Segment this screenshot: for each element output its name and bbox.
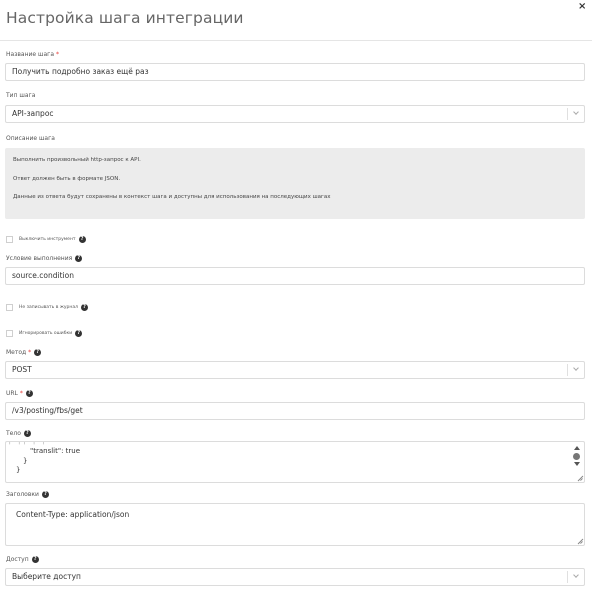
method-label: Метод *?: [6, 349, 42, 356]
scroll-up-icon[interactable]: [574, 446, 580, 450]
description-line: Данные из ответа будут сохранены в конте…: [13, 194, 331, 200]
body-line: }: [16, 466, 21, 474]
chevron-down-icon[interactable]: [567, 571, 584, 583]
scroll-down-icon[interactable]: [574, 462, 580, 466]
access-select[interactable]: Выберите доступ: [5, 568, 585, 586]
body-label: Тело?: [6, 430, 31, 437]
url-value: /v3/posting/fbs/get: [12, 406, 83, 415]
step-type-select[interactable]: API-запрос: [5, 105, 585, 123]
body-line: }: [23, 457, 28, 465]
headers-textarea[interactable]: Content-Type: application/json: [5, 503, 585, 546]
help-icon[interactable]: ?: [31, 556, 39, 563]
help-icon[interactable]: ?: [41, 491, 49, 498]
body-textarea[interactable]: ┐ · ┌ ┐ · ┌ · ┐ "translit": true } }: [5, 441, 585, 483]
resize-handle-icon[interactable]: [577, 475, 583, 481]
help-icon[interactable]: ?: [25, 390, 33, 397]
url-input[interactable]: /v3/posting/fbs/get: [5, 402, 585, 420]
help-icon[interactable]: ?: [23, 430, 31, 437]
scroll-thumb[interactable]: [573, 453, 580, 460]
ignore-errors-row[interactable]: Игнорировать ошибки?: [6, 330, 83, 338]
dialog-header: Настройка шага интеграции ×: [0, 0, 592, 41]
resize-handle-icon[interactable]: [577, 538, 583, 544]
no-log-label: Не записывать в журнал: [19, 305, 78, 310]
body-cut-line: ┐ · ┌ ┐ · ┌ · ┐: [8, 441, 46, 445]
condition-value: source.condition: [12, 271, 74, 280]
ignore-errors-label: Игнорировать ошибки: [19, 331, 73, 336]
chevron-down-icon[interactable]: [567, 108, 584, 120]
description-line: Выполнить произвольный http-запрос к API…: [13, 157, 141, 163]
headers-label: Заголовки?: [6, 491, 49, 498]
description-line: Ответ должен быть в формате JSON.: [13, 176, 121, 182]
url-label: URL *?: [6, 390, 33, 397]
disable-tool-row[interactable]: Выключить инструмент?: [6, 236, 86, 244]
access-label: Доступ?: [6, 556, 39, 563]
step-name-value: Получить подробно заказ ещё раз: [12, 67, 149, 76]
step-description-box: Выполнить произвольный http-запрос к API…: [5, 148, 585, 219]
step-name-label: Название шага *: [6, 51, 59, 58]
disable-tool-checkbox[interactable]: [6, 236, 13, 243]
required-marker: *: [55, 51, 59, 58]
step-type-value: API-запрос: [12, 109, 54, 118]
help-icon[interactable]: ?: [34, 349, 42, 356]
dialog-title: Настройка шага интеграции: [6, 9, 244, 27]
help-icon[interactable]: ?: [80, 304, 88, 311]
no-log-row[interactable]: Не записывать в журнал?: [6, 304, 88, 312]
method-select[interactable]: POST: [5, 361, 585, 379]
help-icon[interactable]: ?: [75, 255, 83, 262]
body-line: "translit": true: [30, 447, 81, 455]
step-type-label: Тип шага: [6, 92, 36, 99]
chevron-down-icon[interactable]: [567, 364, 584, 376]
step-description-label: Описание шага: [6, 135, 55, 142]
headers-value: Content-Type: application/json: [16, 510, 130, 519]
condition-input[interactable]: source.condition: [5, 267, 585, 285]
close-icon[interactable]: ×: [578, 1, 586, 12]
method-value: POST: [12, 365, 32, 374]
required-marker: *: [28, 349, 32, 356]
ignore-errors-checkbox[interactable]: [6, 330, 13, 337]
step-name-input[interactable]: Получить подробно заказ ещё раз: [5, 63, 585, 81]
help-icon[interactable]: ?: [78, 236, 86, 243]
condition-label: Условие выполнения?: [6, 255, 83, 262]
required-marker: *: [19, 390, 23, 397]
access-placeholder: Выберите доступ: [12, 572, 81, 581]
help-icon[interactable]: ?: [75, 330, 83, 337]
disable-tool-label: Выключить инструмент: [19, 237, 76, 242]
no-log-checkbox[interactable]: [6, 304, 13, 311]
